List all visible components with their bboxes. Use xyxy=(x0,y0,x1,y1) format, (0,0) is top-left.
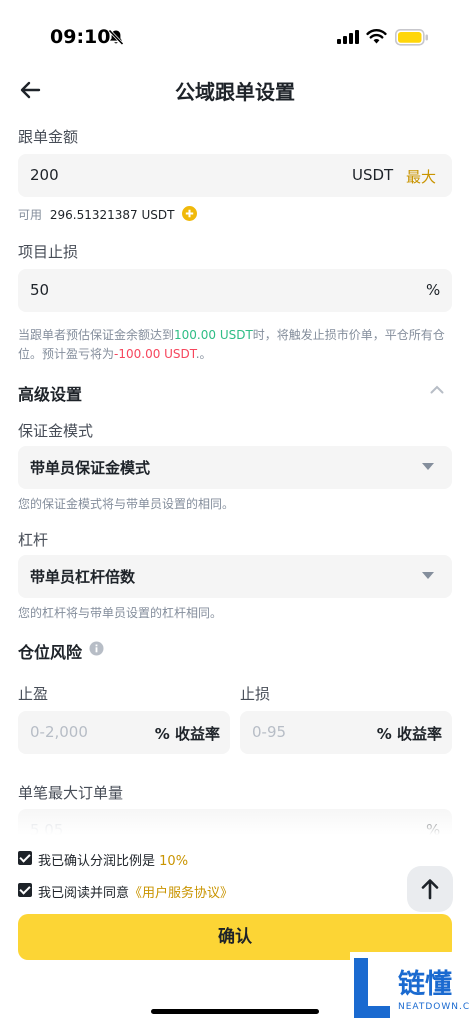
cellular-signal-icon xyxy=(337,30,359,44)
hint-text: 当跟单者预估保证金余额达到 xyxy=(18,328,175,342)
position-risk-title: 仓位风险 xyxy=(18,643,83,662)
nav-bar: 公域跟单设置 xyxy=(0,72,470,110)
margin-mode-label: 保证金模式 xyxy=(18,422,94,440)
stop-loss-label: 项目止损 xyxy=(18,243,79,261)
profit-share-value: 10% xyxy=(159,854,189,869)
hint-loss-amount: -100.00 USDT xyxy=(114,347,196,361)
info-icon[interactable] xyxy=(89,641,104,656)
caret-down-icon xyxy=(422,572,434,579)
margin-mode-hint: 您的保证金模式将与带单员设置的相同。 xyxy=(18,497,235,511)
scroll-fade xyxy=(0,805,470,835)
stop-loss-field[interactable]: 50 % xyxy=(18,269,452,312)
stop-loss-roi-unit: % 收益率 xyxy=(376,725,442,743)
page-title: 公域跟单设置 xyxy=(175,80,295,104)
available-prefix: 可用 xyxy=(18,208,43,222)
stop-loss-roi-placeholder: 0-95 xyxy=(252,723,287,741)
profit-share-label: 我已确认分润比例是 xyxy=(38,854,156,869)
terms-label: 我已阅读并同意 xyxy=(38,886,130,901)
leverage-label: 杠杆 xyxy=(18,531,49,549)
stop-loss-roi-label: 止损 xyxy=(240,685,271,703)
terms-link[interactable]: 《用户服务协议》 xyxy=(129,886,233,901)
add-circle-icon[interactable] xyxy=(182,206,197,221)
chevron-up-icon[interactable] xyxy=(430,385,444,394)
amount-field[interactable]: 200 USDT 最大 xyxy=(18,154,452,197)
terms-checkbox[interactable] xyxy=(18,883,32,897)
terms-text: 我已阅读并同意《用户服务协议》 xyxy=(38,882,233,901)
leverage-hint: 您的杠杆将与带单员设置的杠杆相同。 xyxy=(18,606,223,620)
home-indicator xyxy=(151,1009,319,1014)
leverage-select[interactable]: 带单员杠杆倍数 xyxy=(18,555,452,598)
stop-loss-hint: 当跟单者预估保证金余额达到100.00 USDT时，将触发止损市价单，平仓所有仓… xyxy=(18,326,452,364)
watermark-logo-icon xyxy=(354,958,390,1018)
hint-text: .。 xyxy=(195,347,212,361)
margin-mode-value: 带单员保证金模式 xyxy=(30,459,151,477)
take-profit-placeholder: 0-2,000 xyxy=(30,723,88,741)
caret-down-icon xyxy=(422,463,434,470)
amount-unit: USDT xyxy=(352,166,394,184)
bell-muted-icon xyxy=(108,29,124,46)
amount-label: 跟单金额 xyxy=(18,128,79,146)
profit-share-checkbox[interactable] xyxy=(18,851,32,865)
available-balance: 可用 296.51321387 USDT xyxy=(18,206,174,223)
available-value: 296.51321387 USDT xyxy=(49,208,175,222)
stop-loss-unit: % xyxy=(426,281,441,299)
status-bar: 09:10 xyxy=(0,0,470,72)
scroll-to-top-button[interactable] xyxy=(407,866,453,912)
amount-value: 200 xyxy=(30,166,59,184)
arrow-up-icon xyxy=(421,879,439,900)
advanced-settings-title: 高级设置 xyxy=(18,385,83,404)
battery-icon xyxy=(395,29,428,46)
max-button[interactable]: 最大 xyxy=(406,166,436,187)
profit-share-text: 我已确认分润比例是 10% xyxy=(38,850,188,869)
take-profit-unit: % 收益率 xyxy=(154,725,220,743)
watermark-text: 链懂 xyxy=(398,969,452,1000)
margin-mode-select[interactable]: 带单员保证金模式 xyxy=(18,446,452,489)
stop-loss-value: 50 xyxy=(30,281,50,299)
leverage-value: 带单员杠杆倍数 xyxy=(30,568,136,586)
stop-loss-roi-input[interactable]: 0-95 % 收益率 xyxy=(240,711,452,754)
take-profit-input[interactable]: 0-2,000 % 收益率 xyxy=(18,711,230,754)
hint-trigger-amount: 100.00 USDT xyxy=(174,328,253,342)
wifi-icon xyxy=(366,29,387,44)
status-time: 09:10 xyxy=(50,26,111,48)
watermark-subtext: NEATDOWN.COM xyxy=(398,1002,470,1012)
take-profit-label: 止盈 xyxy=(18,685,49,703)
max-order-label: 单笔最大订单量 xyxy=(18,784,124,802)
